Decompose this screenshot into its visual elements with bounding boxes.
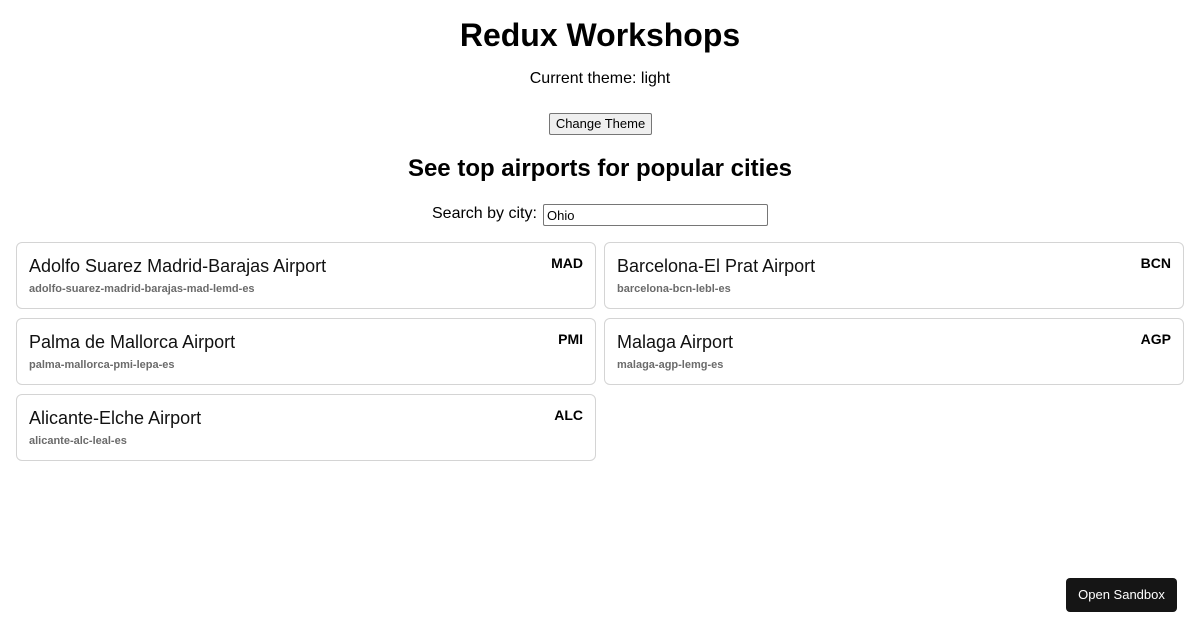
airport-slug: malaga-agp-lemg-es [617, 359, 724, 371]
airport-slug: adolfo-suarez-madrid-barajas-mad-lemd-es [29, 283, 255, 295]
change-theme-button[interactable]: Change Theme [549, 113, 652, 135]
city-search-input[interactable] [543, 204, 768, 226]
airport-code: BCN [1140, 255, 1171, 271]
airport-slug: alicante-alc-leal-es [29, 435, 127, 447]
airport-card-grid: Adolfo Suarez Madrid-Barajas Airport MAD… [16, 242, 1184, 461]
airport-code: AGP [1140, 331, 1171, 347]
airport-slug: barcelona-bcn-lebl-es [617, 283, 731, 295]
theme-prefix: Current theme: [529, 70, 641, 87]
airport-name: Alicante-Elche Airport [29, 408, 202, 428]
airport-card[interactable]: Alicante-Elche Airport ALC alicante-alc-… [16, 394, 596, 461]
airport-code: PMI [558, 331, 583, 347]
airport-card[interactable]: Barcelona-El Prat Airport BCN barcelona-… [604, 242, 1184, 309]
theme-value: light [640, 70, 671, 87]
airport-card[interactable]: Adolfo Suarez Madrid-Barajas Airport MAD… [16, 242, 596, 309]
open-sandbox-button[interactable]: Open Sandbox [1066, 578, 1177, 612]
airport-name: Barcelona-El Prat Airport [617, 256, 816, 276]
current-theme-text: Current theme: light [0, 70, 1200, 88]
airport-card[interactable]: Palma de Mallorca Airport PMI palma-mall… [16, 318, 596, 385]
search-label: Search by city: [432, 205, 537, 222]
search-row: Search by city: [0, 204, 1200, 226]
airport-code: MAD [551, 255, 583, 271]
page: Redux Workshops Current theme: light Cha… [0, 0, 1200, 630]
page-title: Redux Workshops [459, 17, 741, 53]
airport-name: Adolfo Suarez Madrid-Barajas Airport [29, 256, 327, 276]
airport-slug: palma-mallorca-pmi-lepa-es [29, 359, 175, 371]
airport-code: ALC [554, 407, 583, 423]
airports-section-title: See top airports for popular cities [407, 155, 793, 182]
airport-name: Malaga Airport [617, 332, 734, 352]
airport-card[interactable]: Malaga Airport AGP malaga-agp-lemg-es [604, 318, 1184, 385]
airport-name: Palma de Mallorca Airport [29, 332, 236, 352]
